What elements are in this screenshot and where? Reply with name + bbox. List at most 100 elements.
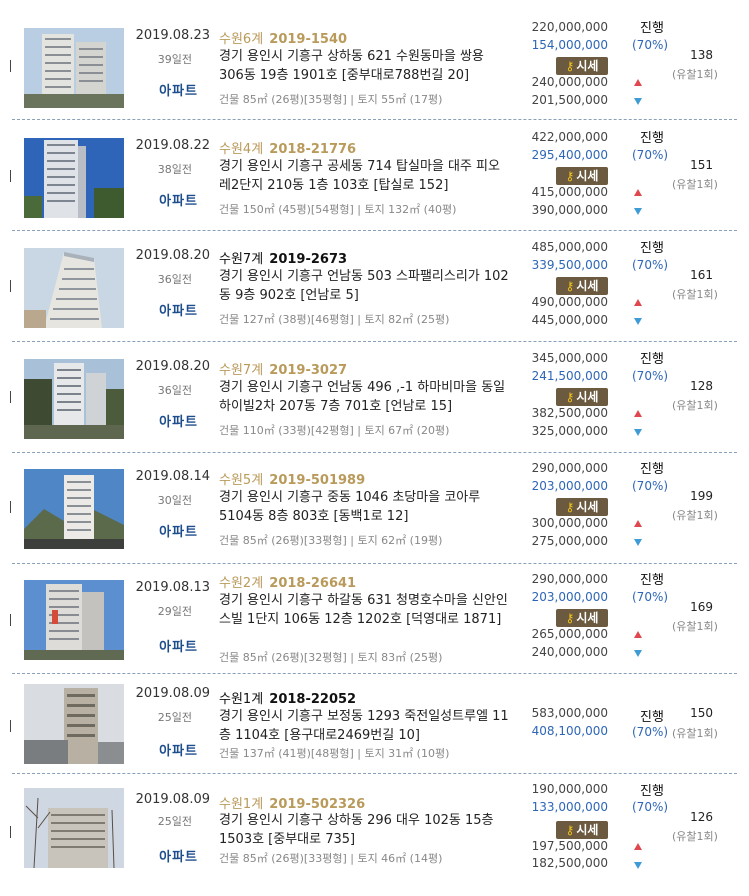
case-number[interactable]: 2019-1540 (269, 32, 347, 47)
property-address[interactable]: 경기 용인시 기흥구 중동 1046 초당마을 코아루 5104동 8층 803… (219, 488, 509, 526)
market-low-price: 275,000,000 (531, 534, 608, 548)
property-photo[interactable] (24, 248, 124, 328)
sale-status: 진행 (640, 241, 664, 256)
sale-date: 2019.08.22 (135, 138, 210, 153)
sale-date: 2019.08.23 (135, 28, 210, 43)
market-price-button[interactable]: ⚷ 시세 (556, 821, 608, 839)
listing-row[interactable]: 2019.08.20 36일전 아파트 수원7계 2019-3027 경기 용인… (0, 345, 749, 445)
sale-date: 2019.08.09 (135, 792, 210, 807)
appraisal-price: 422,000,000 (531, 130, 608, 144)
market-high-price: 197,500,000 (531, 839, 608, 853)
court-case[interactable]: 수원5계 2019-501989 (219, 469, 365, 488)
court-name: 수원7계 (219, 363, 264, 378)
property-photo[interactable] (24, 469, 124, 549)
case-number[interactable]: 2018-26641 (269, 576, 356, 591)
property-type[interactable]: 아파트 (130, 846, 198, 865)
appraisal-price: 290,000,000 (531, 461, 608, 475)
property-address[interactable]: 경기 용인시 기흥구 공세동 714 탑실마을 대주 피오레2단지 210동 1… (219, 157, 509, 195)
case-number[interactable]: 2019-2673 (269, 252, 347, 267)
listing-row[interactable]: 2019.08.09 25일전 아파트 수원1계 2018-22052 경기 용… (0, 676, 749, 768)
listing-row[interactable]: 2019.08.23 39일전 아파트 수원6계 2019-1540 경기 용인… (0, 14, 749, 114)
property-type[interactable]: 아파트 (130, 521, 198, 540)
area-info: 건물 85㎡ (26평)[33평형] | 토지 46㎡ (14평) (219, 852, 443, 865)
price-up-icon (634, 410, 642, 417)
market-price-button[interactable]: ⚷ 시세 (556, 388, 608, 406)
area-info: 건물 150㎡ (45평)[54평형] | 토지 132㎡ (40평) (219, 203, 457, 216)
appraisal-price: 190,000,000 (531, 782, 608, 796)
row-separator (12, 563, 737, 564)
min-price-rate: (70%) (632, 479, 669, 493)
sale-status: 진행 (640, 784, 664, 799)
property-type[interactable]: 아파트 (130, 80, 198, 99)
listing-row[interactable]: 2019.08.20 36일전 아파트 수원7계 2019-2673 경기 용인… (0, 234, 749, 334)
key-icon: ⚷ (565, 823, 575, 837)
price-up-icon (634, 299, 642, 306)
case-number[interactable]: 2019-3027 (269, 363, 347, 378)
market-price-button[interactable]: ⚷ 시세 (556, 498, 608, 516)
sale-status: 진행 (640, 21, 664, 36)
min-price-rate: (70%) (632, 725, 669, 739)
case-number[interactable]: 2018-22052 (269, 692, 356, 707)
row-marker (10, 280, 11, 292)
property-address[interactable]: 경기 용인시 기흥구 언남동 503 스파팰리스리가 102동 9층 902호 … (219, 267, 509, 305)
property-address[interactable]: 경기 용인시 기흥구 언남동 496 ,-1 하마비마을 동일하이빌2차 207… (219, 378, 509, 416)
court-case[interactable]: 수원1계 2019-502326 (219, 793, 365, 812)
property-type[interactable]: 아파트 (130, 300, 198, 319)
price-up-icon (634, 79, 642, 86)
property-type[interactable]: 아파트 (130, 190, 198, 209)
sale-status: 진행 (640, 131, 664, 146)
min-price-rate: (70%) (632, 800, 669, 814)
price-down-icon (634, 862, 642, 869)
listing-row[interactable]: 2019.08.13 29일전 아파트 수원2계 2018-26641 경기 용… (0, 566, 749, 670)
court-case[interactable]: 수원2계 2018-26641 (219, 572, 356, 591)
property-photo[interactable] (24, 788, 124, 868)
market-high-price: 490,000,000 (531, 295, 608, 309)
court-name: 수원1계 (219, 797, 264, 812)
court-case[interactable]: 수원7계 2019-3027 (219, 359, 347, 378)
property-address[interactable]: 경기 용인시 기흥구 상하동 296 대우 102동 15층 1503호 [중부… (219, 811, 509, 849)
property-photo[interactable] (24, 28, 124, 108)
market-price-button[interactable]: ⚷ 시세 (556, 57, 608, 75)
listing-row[interactable]: 2019.08.09 25일전 아파트 수원1계 2019-502326 경기 … (0, 778, 749, 892)
minimum-price: 203,000,000 (531, 479, 608, 493)
property-photo[interactable] (24, 580, 124, 660)
price-down-icon (634, 98, 642, 105)
case-number[interactable]: 2018-21776 (269, 142, 356, 157)
key-icon: ⚷ (565, 611, 575, 625)
key-icon: ⚷ (565, 500, 575, 514)
case-number[interactable]: 2019-501989 (269, 473, 365, 488)
sale-status: 진행 (640, 462, 664, 477)
market-high-price: 382,500,000 (531, 406, 608, 420)
property-photo[interactable] (24, 359, 124, 439)
listing-row[interactable]: 2019.08.14 30일전 아파트 수원5계 2019-501989 경기 … (0, 455, 749, 555)
property-type[interactable]: 아파트 (130, 740, 198, 759)
sale-date: 2019.08.09 (135, 686, 210, 701)
court-case[interactable]: 수원6계 2019-1540 (219, 28, 347, 47)
listing-row[interactable]: 2019.08.22 38일전 아파트 수원4계 2018-21776 경기 용… (0, 124, 749, 224)
failed-bid-count: (유찰1회) (672, 288, 718, 301)
appraisal-price: 583,000,000 (531, 706, 608, 720)
court-case[interactable]: 수원7계 2019-2673 (219, 248, 347, 267)
minimum-price: 339,500,000 (531, 258, 608, 272)
court-case[interactable]: 수원1계 2018-22052 (219, 688, 356, 707)
minimum-price: 241,500,000 (531, 369, 608, 383)
court-case[interactable]: 수원4계 2018-21776 (219, 138, 356, 157)
market-price-button[interactable]: ⚷ 시세 (556, 609, 608, 627)
view-count: 126 (690, 810, 713, 824)
row-separator (12, 773, 737, 774)
property-photo[interactable] (24, 684, 124, 764)
property-type[interactable]: 아파트 (130, 636, 198, 655)
view-count: 169 (690, 600, 713, 614)
property-address[interactable]: 경기 용인시 기흥구 하갈동 631 청명호수마을 신안인스빌 1단지 106동… (219, 591, 509, 629)
price-up-icon (634, 631, 642, 638)
property-address[interactable]: 경기 용인시 기흥구 상하동 621 수원동마을 쌍용 306동 19층 190… (219, 47, 509, 85)
failed-bid-count: (유찰1회) (672, 178, 718, 191)
property-type[interactable]: 아파트 (130, 411, 198, 430)
appraisal-price: 220,000,000 (531, 20, 608, 34)
market-price-button[interactable]: ⚷ 시세 (556, 277, 608, 295)
market-price-button[interactable]: ⚷ 시세 (556, 167, 608, 185)
case-number[interactable]: 2019-502326 (269, 797, 365, 812)
property-photo[interactable] (24, 138, 124, 218)
property-address[interactable]: 경기 용인시 기흥구 보정동 1293 죽전일성트루엘 11층 1104호 [용… (219, 707, 509, 745)
area-info: 건물 85㎡ (26평)[35평형] | 토지 55㎡ (17평) (219, 93, 443, 106)
